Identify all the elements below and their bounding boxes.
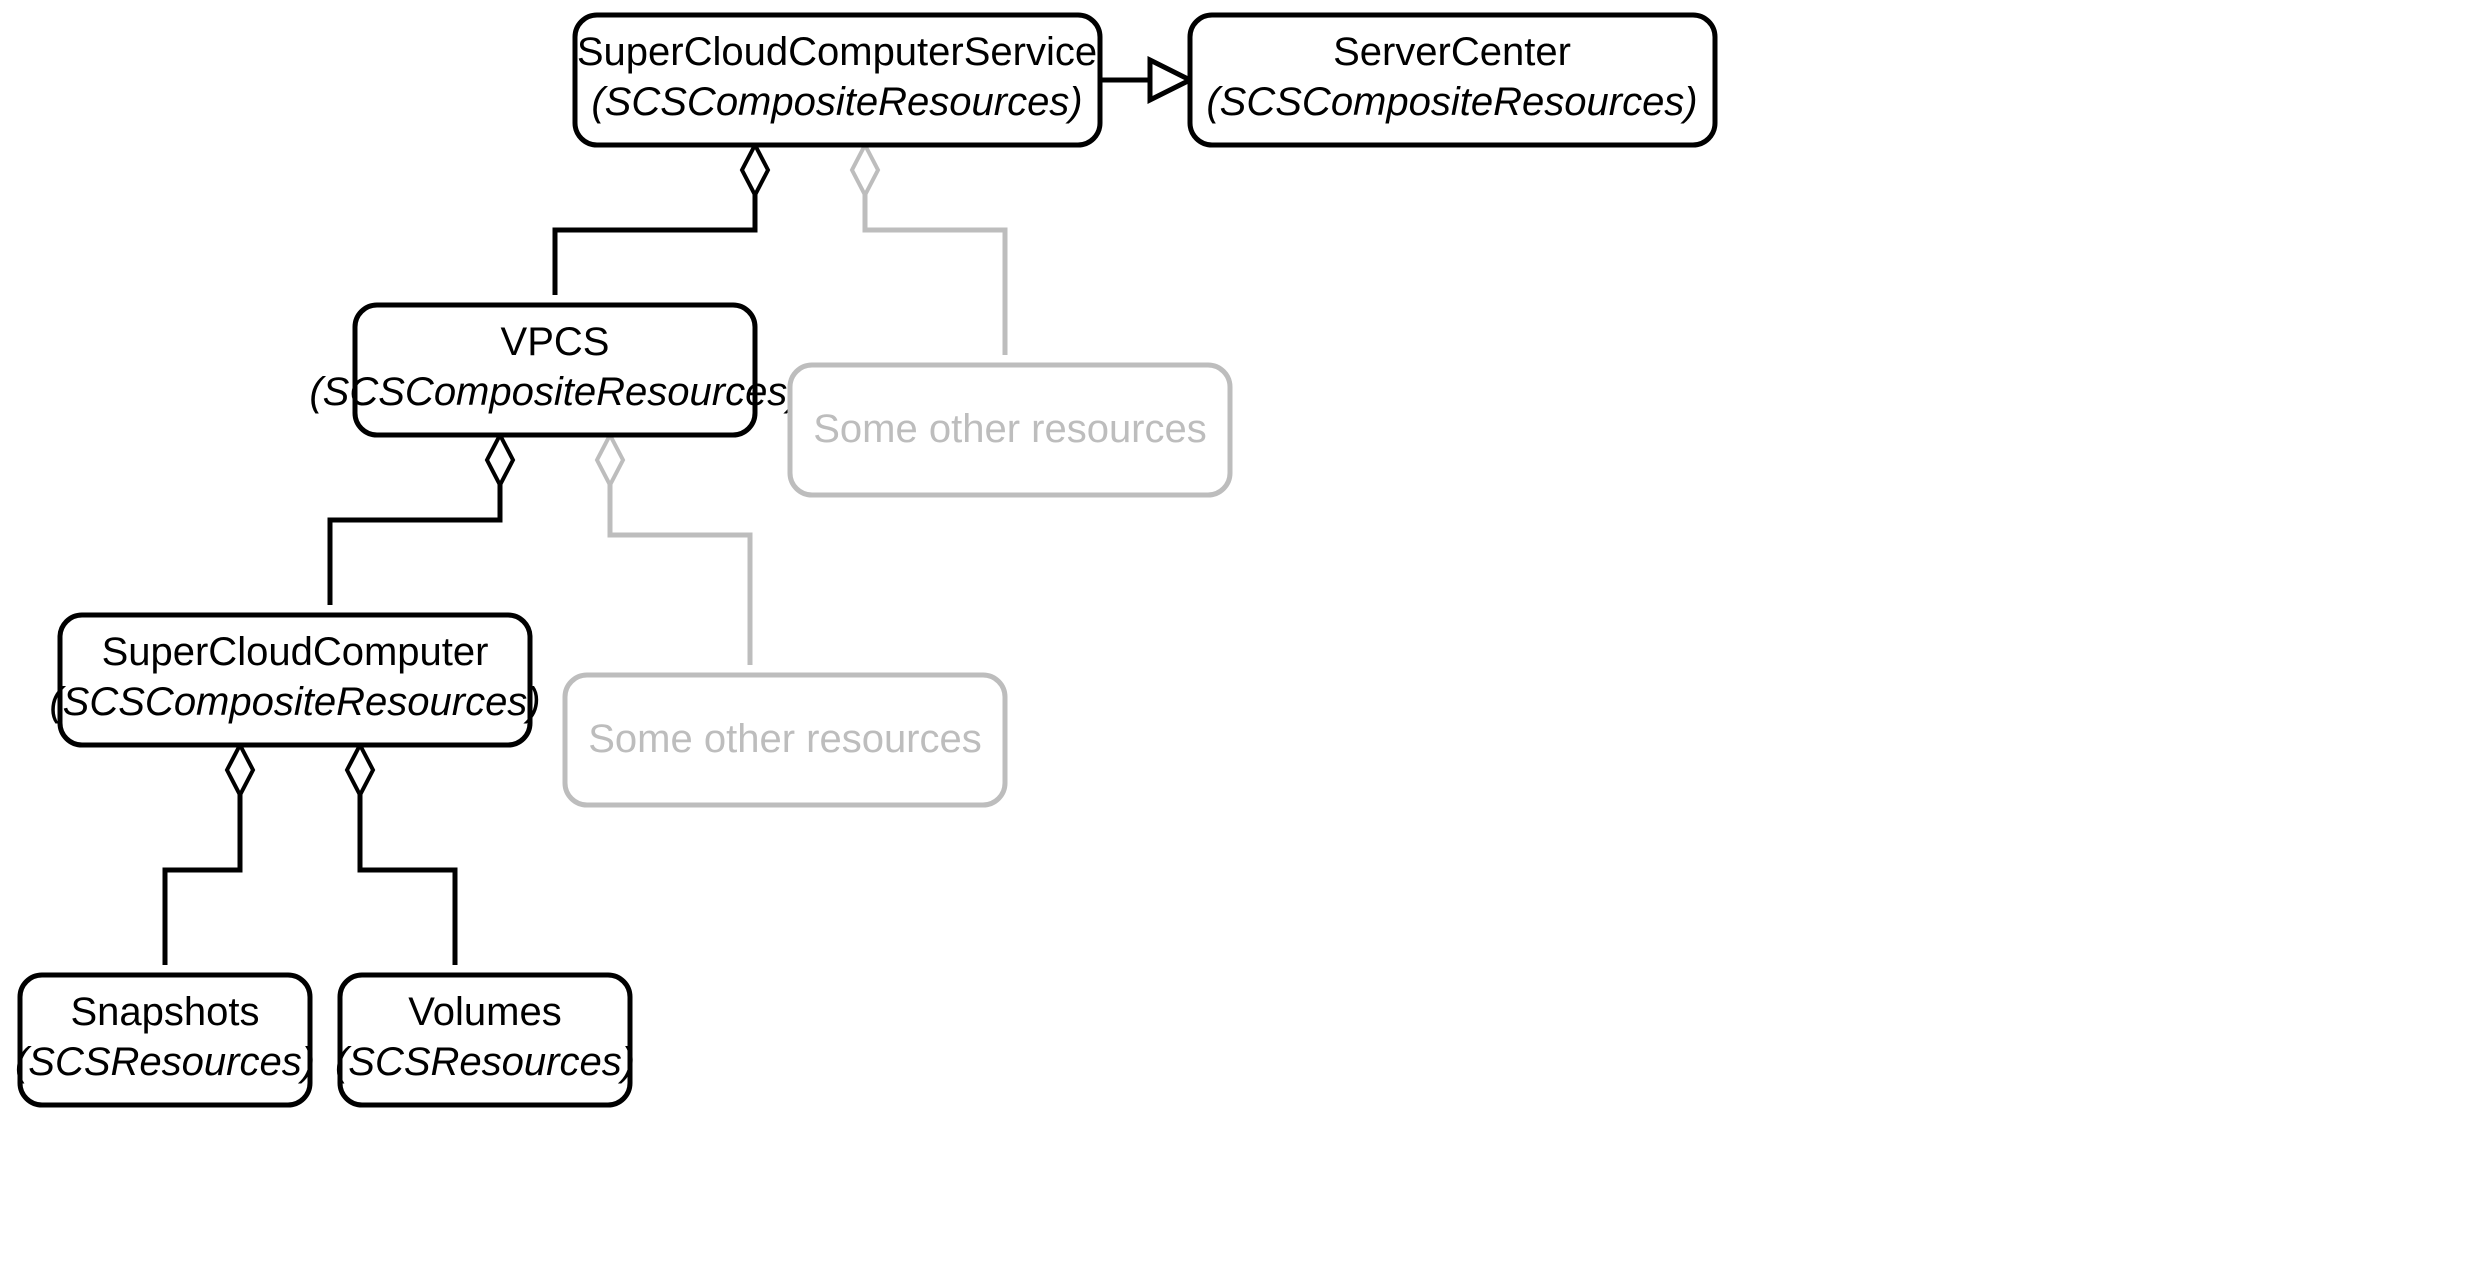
edge-vpcs-to-other [597, 435, 750, 665]
node-subtitle: (SCSCompositeResources) [591, 80, 1082, 124]
node-subtitle: (SCSCompositeResources) [309, 370, 800, 414]
node-title: ServerCenter [1333, 30, 1571, 74]
node-server-center: ServerCenter (SCSCompositeResources) [1190, 15, 1715, 145]
node-other-resources-2: Some other resources [565, 675, 1005, 805]
arrowhead-icon [1150, 60, 1190, 100]
node-subtitle: (SCSResources) [15, 1040, 315, 1084]
node-subtitle: (SCSCompositeResources) [49, 680, 540, 724]
edge-service-to-other [852, 145, 1005, 355]
node-title: SuperCloudComputerService [577, 30, 1097, 74]
node-vpcs: VPCS (SCSCompositeResources) [309, 305, 800, 435]
edge-scc-to-volumes [347, 745, 455, 965]
edge-vpcs-to-scc [330, 435, 513, 605]
node-scs-service: SuperCloudComputerService (SCSCompositeR… [575, 15, 1100, 145]
node-label: Some other resources [813, 407, 1207, 451]
node-volumes: Volumes (SCSResources) [335, 975, 635, 1105]
node-title: Volumes [408, 990, 561, 1034]
node-snapshots: Snapshots (SCSResources) [15, 975, 315, 1105]
edge-service-to-vpcs [555, 145, 768, 295]
node-other-resources-1: Some other resources [790, 365, 1230, 495]
node-title: SuperCloudComputer [102, 630, 489, 674]
edge-scc-to-snapshots [165, 745, 253, 965]
node-subtitle: (SCSResources) [335, 1040, 635, 1084]
node-title: VPCS [501, 320, 610, 364]
node-subtitle: (SCSCompositeResources) [1206, 80, 1697, 124]
node-scc: SuperCloudComputer (SCSCompositeResource… [49, 615, 540, 745]
node-title: Snapshots [70, 990, 259, 1034]
node-label: Some other resources [588, 717, 982, 761]
diagram-canvas: SuperCloudComputerService (SCSCompositeR… [0, 0, 2488, 1276]
